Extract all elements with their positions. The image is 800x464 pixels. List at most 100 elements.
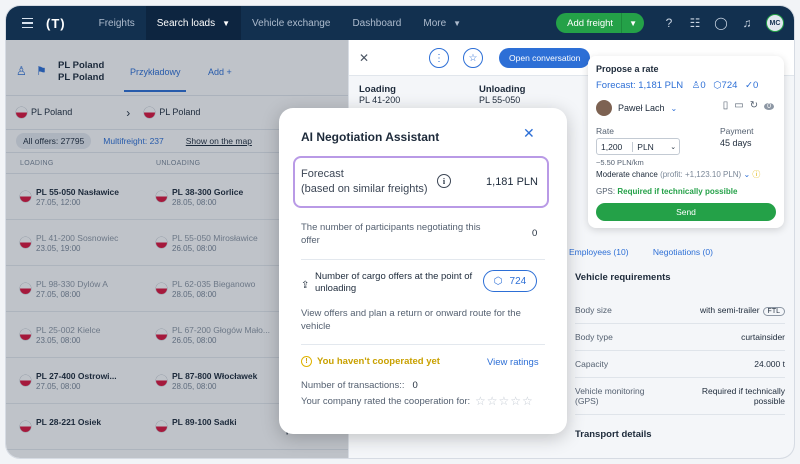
chevron-down-icon[interactable]: ⌄ bbox=[743, 170, 750, 179]
requirement-row: Body type curtainsider bbox=[575, 324, 785, 351]
close-icon[interactable]: ✕ bbox=[359, 51, 369, 65]
history-icon[interactable]: ↻ bbox=[750, 100, 764, 111]
star-icon[interactable]: ☆ bbox=[463, 48, 483, 68]
divider bbox=[301, 344, 545, 345]
payment-value: 45 days bbox=[720, 138, 752, 148]
transport-details-title: Transport details bbox=[575, 429, 652, 440]
nav-freights[interactable]: Freights bbox=[88, 6, 146, 40]
contact-person[interactable]: Paweł Lach ⌄ bbox=[596, 100, 677, 116]
requirement-row: Vehicle monitoring (GPS) Required if tech… bbox=[575, 378, 785, 415]
requirement-label: Vehicle monitoring (GPS) bbox=[575, 386, 645, 406]
rate-per-km: ~5.50 PLN/km bbox=[596, 158, 644, 167]
help-icon[interactable]: ? bbox=[656, 16, 682, 30]
tab-negotiations[interactable]: Negotiations (0) bbox=[653, 247, 713, 257]
nav-dashboard[interactable]: Dashboard bbox=[341, 6, 412, 40]
chance-indicator: Moderate chance (profit: +1,123.10 PLN) … bbox=[596, 169, 760, 180]
message-icon[interactable]: ▭ bbox=[734, 100, 749, 111]
warning-text: You haven't cooperated yet bbox=[317, 356, 440, 367]
app-frame: (T) Freights Search loads ▼ Vehicle excha… bbox=[6, 6, 794, 458]
vehicle-requirements: Vehicle requirements Body size with semi-… bbox=[575, 272, 785, 454]
participants-value: 0 bbox=[532, 228, 538, 239]
forecast-label: Forecast (based on similar freights) bbox=[301, 167, 441, 197]
send-button[interactable]: Send bbox=[596, 203, 776, 221]
info-icon[interactable]: i bbox=[437, 174, 451, 188]
stat-offers: 724 bbox=[721, 80, 738, 91]
loading-label: Loading bbox=[359, 84, 396, 95]
chevron-down-icon[interactable]: ▼ bbox=[621, 13, 644, 33]
avatar[interactable]: MC bbox=[766, 14, 784, 32]
cargo-offers-value: 724 bbox=[509, 275, 527, 287]
warning-icon: ! bbox=[301, 356, 312, 367]
profit-note: (profit: +1,123.10 PLN) bbox=[660, 170, 742, 179]
gps-label: GPS: bbox=[596, 187, 616, 196]
nav-search-loads-label: Search loads bbox=[156, 17, 216, 29]
detail-route: Loading PL 41-200 Unloading PL 55-050 bbox=[359, 84, 579, 105]
requirement-value: with semi-trailer bbox=[700, 305, 760, 315]
transactions-value: 0 bbox=[412, 380, 418, 391]
chevron-down-icon: ⌄ bbox=[670, 143, 677, 151]
nav-more[interactable]: More ▼ bbox=[412, 6, 472, 40]
forecast-line-2: (based on similar freights) bbox=[301, 183, 428, 195]
add-freight-label: Add freight bbox=[567, 17, 614, 29]
forecast-value: 1,181 PLN bbox=[486, 176, 538, 188]
logo[interactable]: (T) bbox=[46, 16, 66, 31]
nav-search-loads[interactable]: Search loads ▼ bbox=[145, 6, 242, 40]
divider bbox=[301, 259, 545, 260]
contact-actions: ▯▭↻ 0 bbox=[723, 100, 774, 111]
menu-icon[interactable] bbox=[14, 6, 40, 40]
add-freight-button[interactable]: Add freight ▼ bbox=[556, 13, 644, 33]
requirement-value: 24.000 t bbox=[754, 359, 785, 369]
loading-value: PL 41-200 bbox=[359, 95, 401, 105]
nav-vehicle-exchange[interactable]: Vehicle exchange bbox=[241, 6, 341, 40]
propose-rate-card: Propose a rate Forecast: 1,181 PLN ♙0 ⬡7… bbox=[588, 56, 784, 228]
chance-label: Moderate chance bbox=[596, 170, 658, 179]
top-navigation: (T) Freights Search loads ▼ Vehicle excha… bbox=[6, 6, 794, 40]
currency-select[interactable]: PLN bbox=[632, 141, 670, 152]
upload-icon: ⇪ bbox=[301, 280, 310, 291]
tab-employees[interactable]: Employees (10) bbox=[569, 247, 629, 257]
view-offers-text: View offers and plan a return or onward … bbox=[301, 308, 521, 332]
stat-done: 0 bbox=[753, 80, 759, 91]
requirement-row: Body size with semi-trailer FTL bbox=[575, 297, 785, 324]
cargo-offers-label: Number of cargo offers at the point of u… bbox=[315, 271, 473, 294]
open-conversation-button[interactable]: Open conversation bbox=[499, 48, 591, 68]
requirement-value: curtainsider bbox=[741, 332, 785, 342]
rated-label: Your company rated the cooperation for: bbox=[301, 396, 471, 407]
participants-label: The number of participants negotiating t… bbox=[301, 222, 481, 246]
close-icon[interactable]: ✕ bbox=[523, 125, 535, 142]
chevron-down-icon: ⌄ bbox=[670, 103, 678, 113]
rating-stars[interactable]: ☆☆☆☆☆ bbox=[475, 394, 534, 408]
forecast-line-1: Forecast bbox=[301, 168, 344, 180]
rate-forecast-text: Forecast: 1,181 PLN bbox=[596, 80, 684, 91]
rate-input[interactable]: 1,200 PLN ⌄ bbox=[596, 138, 680, 155]
phone-icon[interactable]: ▯ bbox=[723, 100, 735, 111]
transactions-count: Number of transactions:: 0 bbox=[301, 380, 418, 391]
gps-requirement: GPS: Required if technically possible bbox=[596, 187, 737, 196]
stat-users: 0 bbox=[700, 80, 706, 91]
propose-rate-title: Propose a rate bbox=[596, 64, 659, 74]
payment-label: Payment bbox=[720, 126, 754, 136]
chat-icon[interactable]: ◯ bbox=[708, 16, 734, 30]
requirement-label: Body size bbox=[575, 305, 612, 315]
rate-value[interactable]: 1,200 bbox=[597, 142, 622, 152]
more-options-icon[interactable]: ⋮ bbox=[429, 48, 449, 68]
cargo-offers-button[interactable]: ⬡ 724 bbox=[483, 270, 537, 292]
vehicle-requirements-title: Vehicle requirements bbox=[575, 272, 671, 283]
requirement-value: Required if technically possible bbox=[701, 386, 785, 406]
bell-icon[interactable]: ♫ bbox=[734, 16, 760, 30]
cube-icon: ⬡ bbox=[493, 275, 503, 287]
ai-negotiation-modal: AI Negotiation Assistant ✕ Forecast (base… bbox=[279, 108, 567, 434]
contact-name: Paweł Lach bbox=[618, 103, 665, 113]
checklist-icon[interactable]: ☷ bbox=[682, 16, 708, 30]
chevron-down-icon: ▼ bbox=[453, 18, 462, 28]
transactions-label: Number of transactions:: bbox=[301, 380, 405, 391]
view-ratings-link[interactable]: View ratings bbox=[487, 357, 539, 368]
modal-title: AI Negotiation Assistant bbox=[301, 130, 440, 144]
info-icon[interactable]: ⓘ bbox=[752, 170, 760, 179]
notification-badge: 0 bbox=[764, 103, 774, 110]
check-circle-icon: ✓ bbox=[745, 80, 754, 91]
cube-icon: ⬡ bbox=[713, 80, 722, 91]
chevron-down-icon: ▼ bbox=[222, 18, 231, 28]
detail-tabs: Employees (10) Negotiations (0) bbox=[569, 247, 735, 257]
cooperation-warning: ! You haven't cooperated yet bbox=[301, 356, 440, 367]
